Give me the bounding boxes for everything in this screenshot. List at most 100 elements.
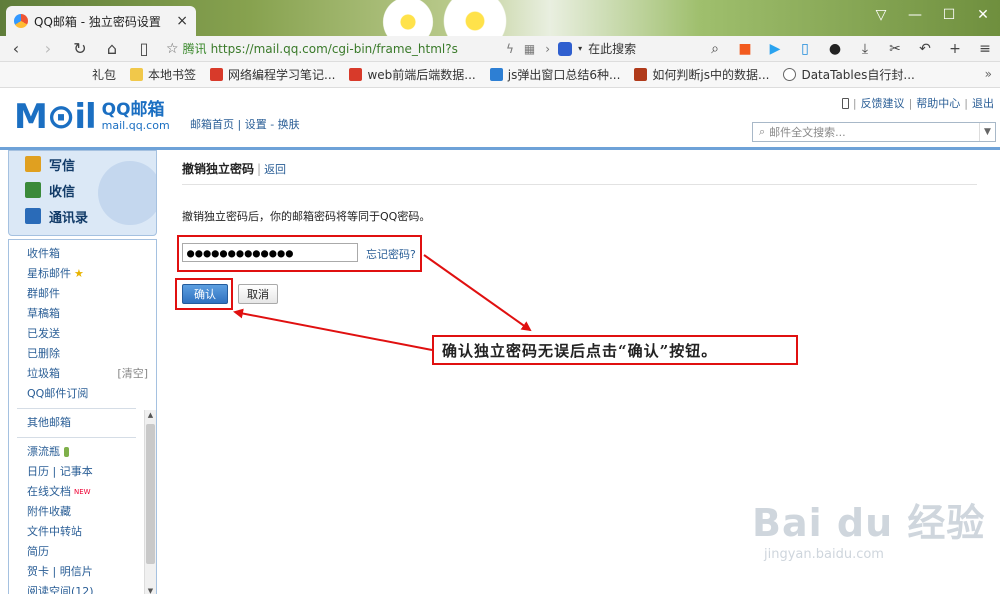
- undo-icon[interactable]: ↶: [910, 41, 940, 57]
- back-arrow-icon[interactable]: ‹: [0, 39, 32, 58]
- site-name: 腾讯: [182, 42, 207, 56]
- sidebar-item-resume[interactable]: 简历: [27, 542, 156, 562]
- new-tab-icon[interactable]: +: [940, 41, 970, 57]
- browser-tab-bar: QQ邮箱 - 独立密码设置 × ▽ — ☐ ✕: [0, 0, 1000, 56]
- forward-arrow-icon[interactable]: ›: [32, 39, 64, 58]
- contacts-icon: [25, 208, 41, 224]
- sidebar-item-deleted[interactable]: 已删除: [27, 344, 156, 364]
- sidebar-item-starred[interactable]: 星标邮件 ★: [27, 264, 156, 284]
- lightning-icon[interactable]: ϟ: [506, 42, 514, 56]
- feedback-link[interactable]: 反馈建议: [861, 95, 905, 111]
- instruction-callout: 确认独立密码无误后点击“确认”按钮。: [432, 335, 798, 365]
- pencil-icon: [25, 156, 41, 172]
- compose-button[interactable]: 写信: [9, 151, 156, 177]
- play-icon[interactable]: ▶: [760, 41, 790, 57]
- sidebar-item-docs[interactable]: 在线文档 NEW: [27, 482, 156, 502]
- sidebar-item-file-transfer[interactable]: 文件中转站: [27, 522, 156, 542]
- bookmarks-more-icon[interactable]: »: [985, 67, 992, 81]
- sidebar-item-other-mailbox[interactable]: 其他邮箱: [27, 413, 156, 433]
- mail-search-placeholder: 邮件全文搜索...: [769, 126, 846, 139]
- scroll-up-icon[interactable]: ▲: [145, 411, 156, 419]
- search-dropdown-icon[interactable]: ▾: [578, 44, 582, 53]
- sidebar-item-cards[interactable]: 贺卡 | 明信片: [27, 562, 156, 582]
- sidebar-item-reading[interactable]: 阅读空间(12): [27, 582, 156, 594]
- sidebar-item-attachments[interactable]: 附件收藏: [27, 502, 156, 522]
- description-text: 撤销独立密码后，你的邮箱密码将等同于QQ密码。: [182, 210, 431, 223]
- help-link[interactable]: 帮助中心: [916, 95, 960, 111]
- window-controls: ▽ — ☐ ✕: [864, 0, 1000, 30]
- download-icon[interactable]: ⤓: [850, 41, 880, 57]
- url-input[interactable]: ☆ 腾讯 https://mail.qq.com/cgi-bin/frame_h…: [166, 38, 496, 60]
- bookmark-star-icon[interactable]: ☆: [166, 41, 179, 57]
- bookmark-item[interactable]: 网络编程学习笔记...: [210, 66, 335, 83]
- bookmark-item[interactable]: 如何判断js中的数据...: [634, 66, 769, 83]
- tab-close-icon[interactable]: ×: [176, 13, 188, 29]
- browser-tab[interactable]: QQ邮箱 - 独立密码设置 ×: [6, 6, 196, 36]
- watermark-url: jingyan.baidu.com: [764, 547, 884, 562]
- minimize-icon[interactable]: —: [898, 0, 932, 30]
- sidebar-item-drafts[interactable]: 草稿箱: [27, 304, 156, 324]
- page-title: 撤销独立密码 | 返回: [182, 162, 287, 176]
- scissors-icon[interactable]: ✂: [880, 41, 910, 57]
- search-icon[interactable]: ⌕: [700, 41, 730, 57]
- browser-search-placeholder: 在此搜索: [588, 42, 637, 56]
- scrollbar-thumb[interactable]: [146, 424, 155, 564]
- close-window-icon[interactable]: ✕: [966, 0, 1000, 30]
- new-badge: NEW: [74, 488, 91, 496]
- search-icon: ⌕: [759, 125, 766, 138]
- word-icon: [489, 68, 503, 81]
- window-menu-icon[interactable]: ▽: [864, 0, 898, 30]
- mail-search-input[interactable]: ⌕ 邮件全文搜索... ▼: [752, 122, 996, 142]
- logo-brand: QQ邮箱 mail.qq.com: [101, 100, 170, 133]
- chat-icon[interactable]: ●: [820, 41, 850, 57]
- empty-spam-link[interactable]: [清空]: [117, 364, 148, 384]
- scroll-down-icon[interactable]: ▼: [145, 587, 156, 594]
- divider: [17, 408, 136, 409]
- logout-link[interactable]: 退出: [972, 95, 994, 111]
- video-icon[interactable]: ■: [730, 41, 760, 57]
- url-text: https://mail.qq.com/cgi-bin/frame_html?s: [210, 41, 458, 56]
- browser-search-box[interactable]: ▾ 在此搜索: [558, 40, 698, 57]
- divider: [17, 437, 136, 438]
- qr-code-icon[interactable]: ▦: [524, 42, 535, 56]
- bottle-icon: [64, 447, 69, 457]
- reader-icon[interactable]: ▯: [128, 39, 160, 58]
- mail-header: M⊙il QQ邮箱 mail.qq.com 邮箱首页 | 设置 - 换肤 | 反…: [0, 88, 1000, 148]
- back-link[interactable]: 返回: [264, 163, 286, 176]
- bookmark-gift[interactable]: 礼包: [92, 66, 116, 83]
- phone-icon[interactable]: ▯: [790, 41, 820, 57]
- home-icon[interactable]: ⌂: [96, 39, 128, 58]
- reload-icon[interactable]: ↻: [64, 39, 96, 58]
- cancel-button[interactable]: 取消: [238, 284, 278, 304]
- qq-mail-logo[interactable]: M⊙il QQ邮箱 mail.qq.com: [14, 100, 170, 134]
- bookmark-item[interactable]: DataTables自行封...: [783, 66, 915, 83]
- top-links: | 反馈建议 | 帮助中心 | 退出: [841, 95, 994, 111]
- maximize-icon[interactable]: ☐: [932, 0, 966, 30]
- sidebar-item-spam[interactable]: 垃圾箱 [清空]: [27, 364, 156, 384]
- baidu-search-icon: [558, 41, 573, 56]
- inbox-receive-button[interactable]: 收信: [9, 177, 156, 203]
- sidebar-actions: 写信 收信 通讯录: [8, 150, 157, 236]
- chevron-down-icon[interactable]: ▼: [979, 123, 995, 141]
- mail-nav-links[interactable]: 邮箱首页 | 设置 - 换肤: [190, 116, 300, 132]
- bookmark-item[interactable]: js弹出窗口总结6种...: [489, 66, 620, 83]
- watermark-logo: Bai du 经验: [752, 501, 986, 545]
- bookmark-local[interactable]: 本地书签: [130, 66, 196, 83]
- divider: [182, 184, 977, 185]
- sidebar-item-subscriptions[interactable]: QQ邮件订阅: [27, 384, 156, 404]
- download-icon: [25, 182, 41, 198]
- qq-mail-favicon-icon: [14, 14, 28, 28]
- sidebar-item-sent[interactable]: 已发送: [27, 324, 156, 344]
- sidebar-item-bottle[interactable]: 漂流瓶: [27, 442, 156, 462]
- sidebar-scrollbar[interactable]: ▲ ▼: [144, 410, 156, 594]
- sidebar-item-inbox[interactable]: 收件箱: [27, 244, 156, 264]
- menu-icon[interactable]: ≡: [970, 41, 1000, 57]
- mobile-icon[interactable]: [841, 97, 849, 109]
- contacts-button[interactable]: 通讯录: [9, 203, 156, 229]
- bookmark-item[interactable]: web前端后端数据...: [349, 66, 476, 83]
- chevron-right-icon[interactable]: ›: [545, 42, 550, 56]
- bookmarks-bar: 礼包 本地书签 网络编程学习笔记... web前端后端数据... js弹出窗口总…: [0, 62, 1000, 88]
- sidebar-item-group[interactable]: 群邮件: [27, 284, 156, 304]
- sidebar-item-calendar[interactable]: 日历 | 记事本: [27, 462, 156, 482]
- site-icon: [634, 68, 648, 81]
